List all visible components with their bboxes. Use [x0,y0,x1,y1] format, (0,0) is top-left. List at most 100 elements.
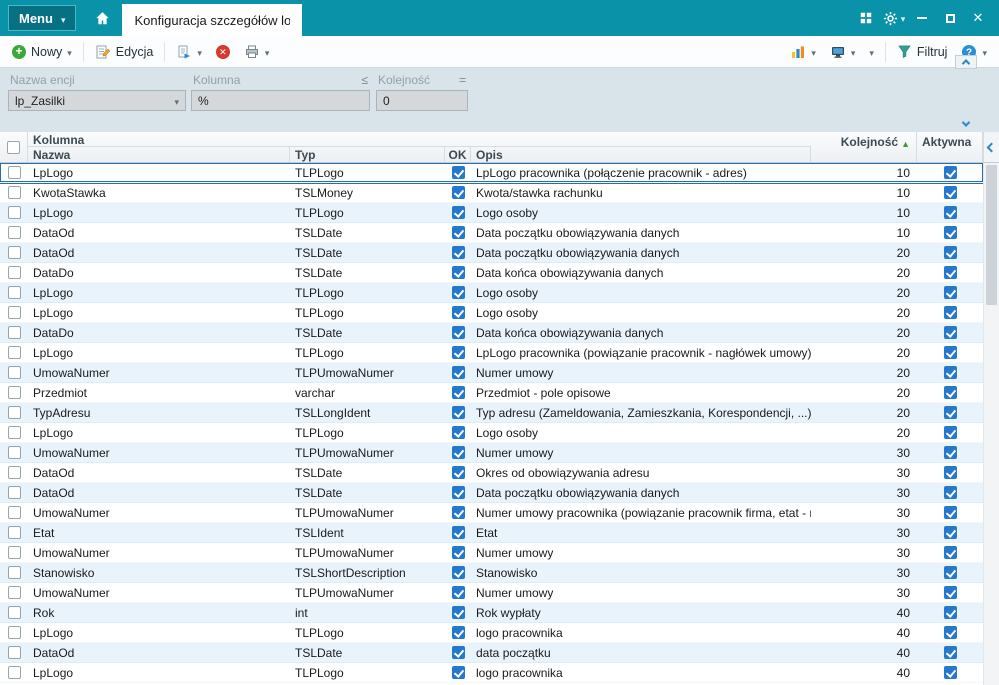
ok-checkbox[interactable] [451,566,465,579]
aktywna-checkbox[interactable] [943,186,957,199]
ok-checkbox[interactable] [451,166,465,179]
ok-checkbox[interactable] [451,206,465,219]
table-row[interactable]: DataOd TSLDate Data początku obowiązywan… [0,223,983,243]
aktywna-checkbox[interactable] [943,646,957,659]
aktywna-checkbox[interactable] [943,446,957,459]
column-header-ok[interactable]: OK [445,147,471,162]
ok-checkbox[interactable] [451,646,465,659]
row-select-checkbox[interactable] [7,386,21,399]
aktywna-checkbox[interactable] [943,466,957,479]
table-row[interactable]: LpLogo TLPLogo LpLogo pracownika (połącz… [0,163,983,183]
order-filter-input[interactable]: 0 [376,90,468,111]
aktywna-checkbox[interactable] [943,606,957,619]
settings-button[interactable] [881,4,907,32]
aktywna-checkbox[interactable] [943,386,957,399]
copy-document-button[interactable] [170,41,208,63]
vertical-scrollbar[interactable] [983,163,999,685]
ok-checkbox[interactable] [451,586,465,599]
maximize-button[interactable] [937,4,963,32]
menu-button[interactable]: Menu [8,5,77,31]
aktywna-checkbox[interactable] [943,266,957,279]
ok-checkbox[interactable] [451,306,465,319]
ok-checkbox[interactable] [451,526,465,539]
edit-button[interactable]: Edycja [89,41,160,63]
aktywna-checkbox[interactable] [943,506,957,519]
row-select-checkbox[interactable] [7,586,21,599]
row-select-checkbox[interactable] [7,286,21,299]
table-row[interactable]: LpLogo TLPLogo Logo osoby 20 [0,303,983,323]
table-row[interactable]: UmowaNumer TLPUmowaNumer Numer umowy 30 [0,543,983,563]
table-row[interactable]: DataDo TSLDate Data końca obowiązywania … [0,323,983,343]
row-select-checkbox[interactable] [7,566,21,579]
table-row[interactable]: DataOd TSLDate Data początku obowiązywan… [0,243,983,263]
ok-checkbox[interactable] [451,186,465,199]
row-select-checkbox[interactable] [7,546,21,559]
column-filter-input[interactable]: % [191,90,370,111]
layout-options-dropdown[interactable] [863,42,880,62]
table-row[interactable]: Rok int Rok wypłaty 40 [0,603,983,623]
select-all-checkbox[interactable] [7,140,20,154]
row-select-checkbox[interactable] [7,666,21,679]
table-row[interactable]: UmowaNumer TLPUmowaNumer Numer umowy 20 [0,363,983,383]
column-header-opis[interactable]: Opis [471,147,811,162]
row-select-checkbox[interactable] [7,406,21,419]
row-select-checkbox[interactable] [7,506,21,519]
table-row[interactable]: DataOd TSLDate Okres od obowiązywania ad… [0,463,983,483]
table-row[interactable]: LpLogo TLPLogo logo pracownika 40 [0,623,983,643]
close-button[interactable] [965,4,991,32]
tab-konfiguracja-szczegolow[interactable]: Konfiguracja szczegółów lo [122,4,303,36]
ok-checkbox[interactable] [451,446,465,459]
print-button[interactable] [238,41,276,63]
ok-checkbox[interactable] [451,626,465,639]
order-filter-operator[interactable]: = [459,73,466,87]
aktywna-checkbox[interactable] [943,546,957,559]
table-row[interactable]: Etat TSLIdent Etat 30 [0,523,983,543]
ok-checkbox[interactable] [451,246,465,259]
ok-checkbox[interactable] [451,226,465,239]
aktywna-checkbox[interactable] [943,406,957,419]
row-select-checkbox[interactable] [7,606,21,619]
home-button[interactable] [82,0,122,36]
expand-filter-button[interactable] [955,117,977,131]
ok-checkbox[interactable] [451,266,465,279]
row-select-checkbox[interactable] [7,366,21,379]
aktywna-checkbox[interactable] [943,206,957,219]
column-header-aktywna[interactable]: Aktywna [917,132,983,162]
ok-checkbox[interactable] [451,326,465,339]
ok-checkbox[interactable] [451,346,465,359]
ok-checkbox[interactable] [451,506,465,519]
column-header-typ[interactable]: Typ [290,147,445,162]
ok-checkbox[interactable] [451,426,465,439]
row-select-checkbox[interactable] [7,226,21,239]
minimize-button[interactable] [909,4,935,32]
table-row[interactable]: KwotaStawka TSLMoney Kwota/stawka rachun… [0,183,983,203]
aktywna-checkbox[interactable] [943,586,957,599]
row-select-checkbox[interactable] [7,526,21,539]
row-select-checkbox[interactable] [7,466,21,479]
group-header-kolumna[interactable]: Kolumna [28,132,811,147]
aktywna-checkbox[interactable] [943,426,957,439]
aktywna-checkbox[interactable] [943,286,957,299]
aktywna-checkbox[interactable] [943,346,957,359]
row-select-checkbox[interactable] [7,306,21,319]
table-row[interactable]: LpLogo TLPLogo Logo osoby 20 [0,283,983,303]
table-row[interactable]: LpLogo TLPLogo LpLogo pracownika (powiąz… [0,343,983,363]
row-select-checkbox[interactable] [7,486,21,499]
table-row[interactable]: LpLogo TLPLogo logo pracownika 40 [0,663,983,683]
aktywna-checkbox[interactable] [943,306,957,319]
table-row[interactable]: DataOd TSLDate data początku 40 [0,643,983,663]
ok-checkbox[interactable] [451,366,465,379]
ok-checkbox[interactable] [451,466,465,479]
aktywna-checkbox[interactable] [943,366,957,379]
aktywna-checkbox[interactable] [943,246,957,259]
table-row[interactable]: UmowaNumer TLPUmowaNumer Numer umowy pra… [0,503,983,523]
row-select-checkbox[interactable] [7,186,21,199]
table-row[interactable]: LpLogo TLPLogo Logo osoby 10 [0,203,983,223]
view-button[interactable] [824,41,862,63]
chart-button[interactable] [784,41,822,63]
row-select-checkbox[interactable] [7,626,21,639]
aktywna-checkbox[interactable] [943,226,957,239]
ok-checkbox[interactable] [451,286,465,299]
column-header-nazwa[interactable]: Nazwa [28,147,290,162]
table-row[interactable]: DataDo TSLDate Data końca obowiązywania … [0,263,983,283]
